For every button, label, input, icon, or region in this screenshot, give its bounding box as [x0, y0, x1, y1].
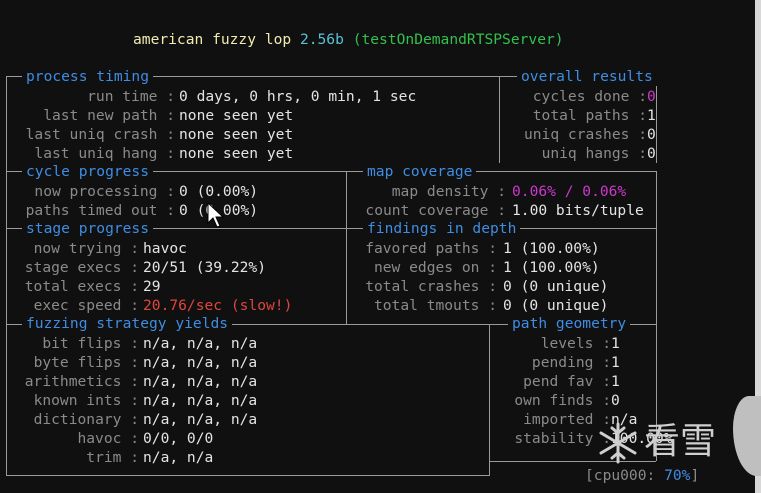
last-uniq-hang-label: last uniq hang :: [34, 145, 175, 162]
count-coverage-label: count coverage :: [365, 202, 506, 219]
levels-value: 1: [611, 335, 620, 352]
watermark-text: 看雪: [644, 421, 717, 462]
bit-flips-value: n/a, n/a, n/a: [143, 335, 258, 352]
section-cycle-progress: cycle progress: [22, 162, 154, 181]
section-findings-in-depth: findings in depth: [363, 219, 521, 238]
run-time-value: 0 days, 0 hrs, 0 min, 1 sec: [179, 88, 417, 105]
border-right-top: [656, 76, 657, 163]
paths-timed-out-label: paths timed out :: [25, 202, 175, 219]
cpu-value: 70%: [664, 467, 691, 484]
border-right-mid: [656, 171, 657, 325]
now-processing-label: now processing :: [34, 183, 175, 200]
divider-mid: [346, 171, 347, 325]
divider-geometry: [489, 324, 490, 476]
exec-speed-label: exec speed :: [33, 297, 139, 314]
cycles-done-value: 0: [647, 88, 656, 105]
now-processing-value: 0 (0.00%): [179, 183, 259, 200]
cpu-suffix: ]: [690, 467, 700, 484]
total-crashes-label: total crashes :: [365, 278, 497, 295]
havoc-value: 0/0, 0/0: [143, 430, 214, 447]
section-path-geometry: path geometry: [508, 314, 631, 333]
border-left: [6, 76, 7, 476]
dictionary-label: dictionary :: [33, 411, 139, 428]
mouse-cursor-icon: [207, 202, 225, 228]
divider-bottom: [6, 475, 490, 476]
total-tmouts-label: total tmouts :: [373, 297, 497, 314]
section-overall-results: overall results: [517, 67, 657, 86]
stage-execs-value: 20/51 (39.22%): [143, 259, 267, 276]
divider-overall: [499, 76, 500, 163]
own-finds-label: own finds :: [514, 392, 611, 409]
byte-flips-value: n/a, n/a, n/a: [143, 354, 258, 371]
now-trying-value: havoc: [143, 240, 187, 257]
stage-execs-label: stage execs :: [24, 259, 139, 276]
total-paths-label: total paths :: [532, 107, 647, 124]
map-density-value: 0.06% / 0.06%: [512, 183, 627, 200]
pending-label: pending :: [531, 354, 611, 371]
uniq-hangs-value: 0: [647, 145, 656, 162]
total-execs-value: 29: [143, 278, 161, 295]
app-title: american fuzzy lop: [133, 31, 292, 48]
last-new-path-label: last new path :: [43, 107, 175, 124]
cpu-indicator: [cpu000: 70%]: [585, 466, 699, 485]
last-uniq-hang-value: none seen yet: [179, 145, 294, 162]
arithmetics-value: n/a, n/a, n/a: [143, 373, 258, 390]
uniq-hangs-label: uniq hangs :: [541, 145, 647, 162]
total-tmouts-value: 0 (0 unique): [503, 297, 609, 314]
trim-label: trim :: [86, 449, 139, 466]
new-edges-on-value: 1 (100.00%): [503, 259, 600, 276]
banner: american fuzzy lop 2.56b (testOnDemandRT…: [133, 30, 564, 49]
watermark: 看雪: [596, 418, 746, 468]
section-fuzzing-strategy-yields: fuzzing strategy yields: [22, 314, 233, 333]
count-coverage-value: 1.00 bits/tuple: [512, 202, 644, 219]
run-time-label: run time :: [87, 88, 175, 105]
levels-label: levels :: [540, 335, 611, 352]
total-execs-label: total execs :: [24, 278, 139, 295]
trim-value: n/a, n/a: [143, 449, 214, 466]
last-uniq-crash-label: last uniq crash :: [25, 126, 175, 143]
app-version: 2.56b: [299, 31, 344, 48]
known-ints-value: n/a, n/a, n/a: [143, 392, 258, 409]
favored-paths-value: 1 (100.00%): [503, 240, 600, 257]
snowflake-icon: [599, 422, 637, 464]
uniq-crashes-label: uniq crashes :: [523, 126, 647, 143]
byte-flips-label: byte flips :: [33, 354, 139, 371]
total-crashes-value: 0 (0 unique): [503, 278, 609, 295]
now-trying-label: now trying :: [33, 240, 139, 257]
arithmetics-label: arithmetics :: [24, 373, 139, 390]
havoc-label: havoc :: [77, 430, 139, 447]
dictionary-value: n/a, n/a, n/a: [143, 411, 258, 428]
pend-fav-label: pend fav :: [523, 373, 611, 390]
section-map-coverage: map coverage: [363, 162, 477, 181]
bit-flips-label: bit flips :: [42, 335, 139, 352]
uniq-crashes-value: 0: [647, 126, 656, 143]
own-finds-value: 0: [611, 392, 620, 409]
pend-fav-value: 1: [611, 373, 620, 390]
section-stage-progress: stage progress: [22, 219, 154, 238]
cpu-prefix: [cpu000:: [585, 467, 656, 484]
exec-speed-value: 20.76/sec (slow!): [143, 297, 293, 314]
cycles-done-label: cycles done :: [532, 88, 647, 105]
last-new-path-value: none seen yet: [179, 107, 294, 124]
map-density-label: map density :: [391, 183, 506, 200]
target-program: (testOnDemandRTSPServer): [352, 31, 564, 48]
known-ints-label: known ints :: [33, 392, 139, 409]
new-edges-on-label: new edges on :: [373, 259, 497, 276]
section-process-timing: process timing: [22, 67, 154, 86]
pending-value: 1: [611, 354, 620, 371]
favored-paths-label: favored paths :: [365, 240, 497, 257]
last-uniq-crash-value: none seen yet: [179, 126, 294, 143]
total-paths-value: 1: [647, 107, 656, 124]
